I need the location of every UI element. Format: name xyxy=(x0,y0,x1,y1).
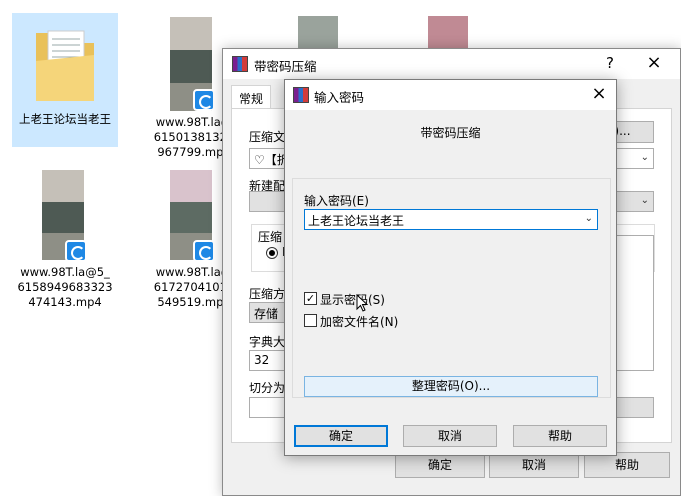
password-label: 输入密码(E) xyxy=(304,194,369,208)
dialog-ok-label: 确定 xyxy=(328,429,353,443)
password-input[interactable]: 上老王论坛当老王 ⌄ xyxy=(304,209,598,230)
dialog-heading: 带密码压缩 xyxy=(420,126,481,140)
chevron-down-icon[interactable]: ⌄ xyxy=(585,213,593,224)
folder-name: 上老王论坛当老王 xyxy=(19,112,111,126)
tab-general-label: 常规 xyxy=(239,92,264,106)
close-icon[interactable]: × xyxy=(644,53,664,73)
show-password-label: 显示密码(S) xyxy=(320,293,385,307)
chevron-down-icon: ⌄ xyxy=(640,152,649,163)
mouse-cursor-icon xyxy=(356,294,368,312)
cancel-button-label: 取消 xyxy=(521,458,546,472)
password-value: 上老王论坛当老王 xyxy=(308,214,405,228)
close-icon[interactable]: × xyxy=(589,84,609,104)
organize-passwords-button[interactable]: 整理密码(O)... xyxy=(304,376,598,397)
split-volume-label: 切分为 xyxy=(249,381,286,395)
tab-general[interactable]: 常规 xyxy=(231,85,271,109)
video-player-badge-icon xyxy=(193,240,215,262)
file-name-line-2: 6158949683323 xyxy=(17,280,113,294)
dialog-titlebar: 输入密码 × xyxy=(285,80,616,110)
help-question-button[interactable]: ? xyxy=(600,53,620,73)
compression-method-value: 存储 xyxy=(254,307,279,321)
radio-button[interactable] xyxy=(266,247,278,259)
help-button-label: 帮助 xyxy=(614,458,639,472)
organize-passwords-label: 整理密码(O)... xyxy=(411,379,491,393)
enter-password-dialog: 输入密码 × 带密码压缩 输入密码(E) 上老王论坛当老王 ⌄ ✓ 显示密码(S… xyxy=(284,79,617,456)
dialog-cancel-label: 取消 xyxy=(437,429,462,443)
folder-icon xyxy=(34,21,96,109)
dictionary-size-label: 字典大 xyxy=(249,335,286,349)
video-player-badge-icon xyxy=(65,240,87,262)
archive-name-label: 压缩文 xyxy=(249,130,286,144)
encrypt-filenames-label: 加密文件名(N) xyxy=(320,315,399,329)
encrypt-filenames-checkbox[interactable] xyxy=(304,314,317,327)
dialog-ok-button[interactable]: 确定 xyxy=(294,425,388,447)
dialog-help-button[interactable]: 帮助 xyxy=(513,425,607,447)
winrar-icon xyxy=(293,87,309,103)
video-thumbnail-partial xyxy=(298,16,338,48)
window-title: 带密码压缩 xyxy=(254,59,317,74)
password-panel: 输入密码(E) 上老王论坛当老王 ⌄ ✓ 显示密码(S) 加密文件名(N) 整理… xyxy=(292,178,611,398)
video-thumbnail-partial xyxy=(428,16,468,48)
chevron-down-icon: ⌄ xyxy=(640,195,649,206)
winrar-icon xyxy=(232,56,248,72)
ok-button-label: 确定 xyxy=(427,458,452,472)
desktop-video-file-2[interactable]: www.98T.la@5_ 6158949683323 474143.mp4 xyxy=(12,170,118,320)
dictionary-size-value: 32 xyxy=(254,353,270,367)
desktop-folder[interactable]: 上老王论坛当老王 xyxy=(12,13,118,147)
window-titlebar: 带密码压缩 ? × xyxy=(223,49,680,79)
show-password-checkbox[interactable]: ✓ xyxy=(304,292,317,305)
video-player-badge-icon xyxy=(193,89,215,111)
file-name-line-1: www.98T.la@5_ xyxy=(20,265,110,279)
dialog-title: 输入密码 xyxy=(314,90,365,105)
file-name-line-3: 474143.mp4 xyxy=(28,295,102,309)
compress-group-label: 压缩 xyxy=(258,230,283,244)
compression-method-label: 压缩方 xyxy=(249,287,286,301)
dialog-cancel-button[interactable]: 取消 xyxy=(403,425,497,447)
dialog-help-label: 帮助 xyxy=(547,429,572,443)
